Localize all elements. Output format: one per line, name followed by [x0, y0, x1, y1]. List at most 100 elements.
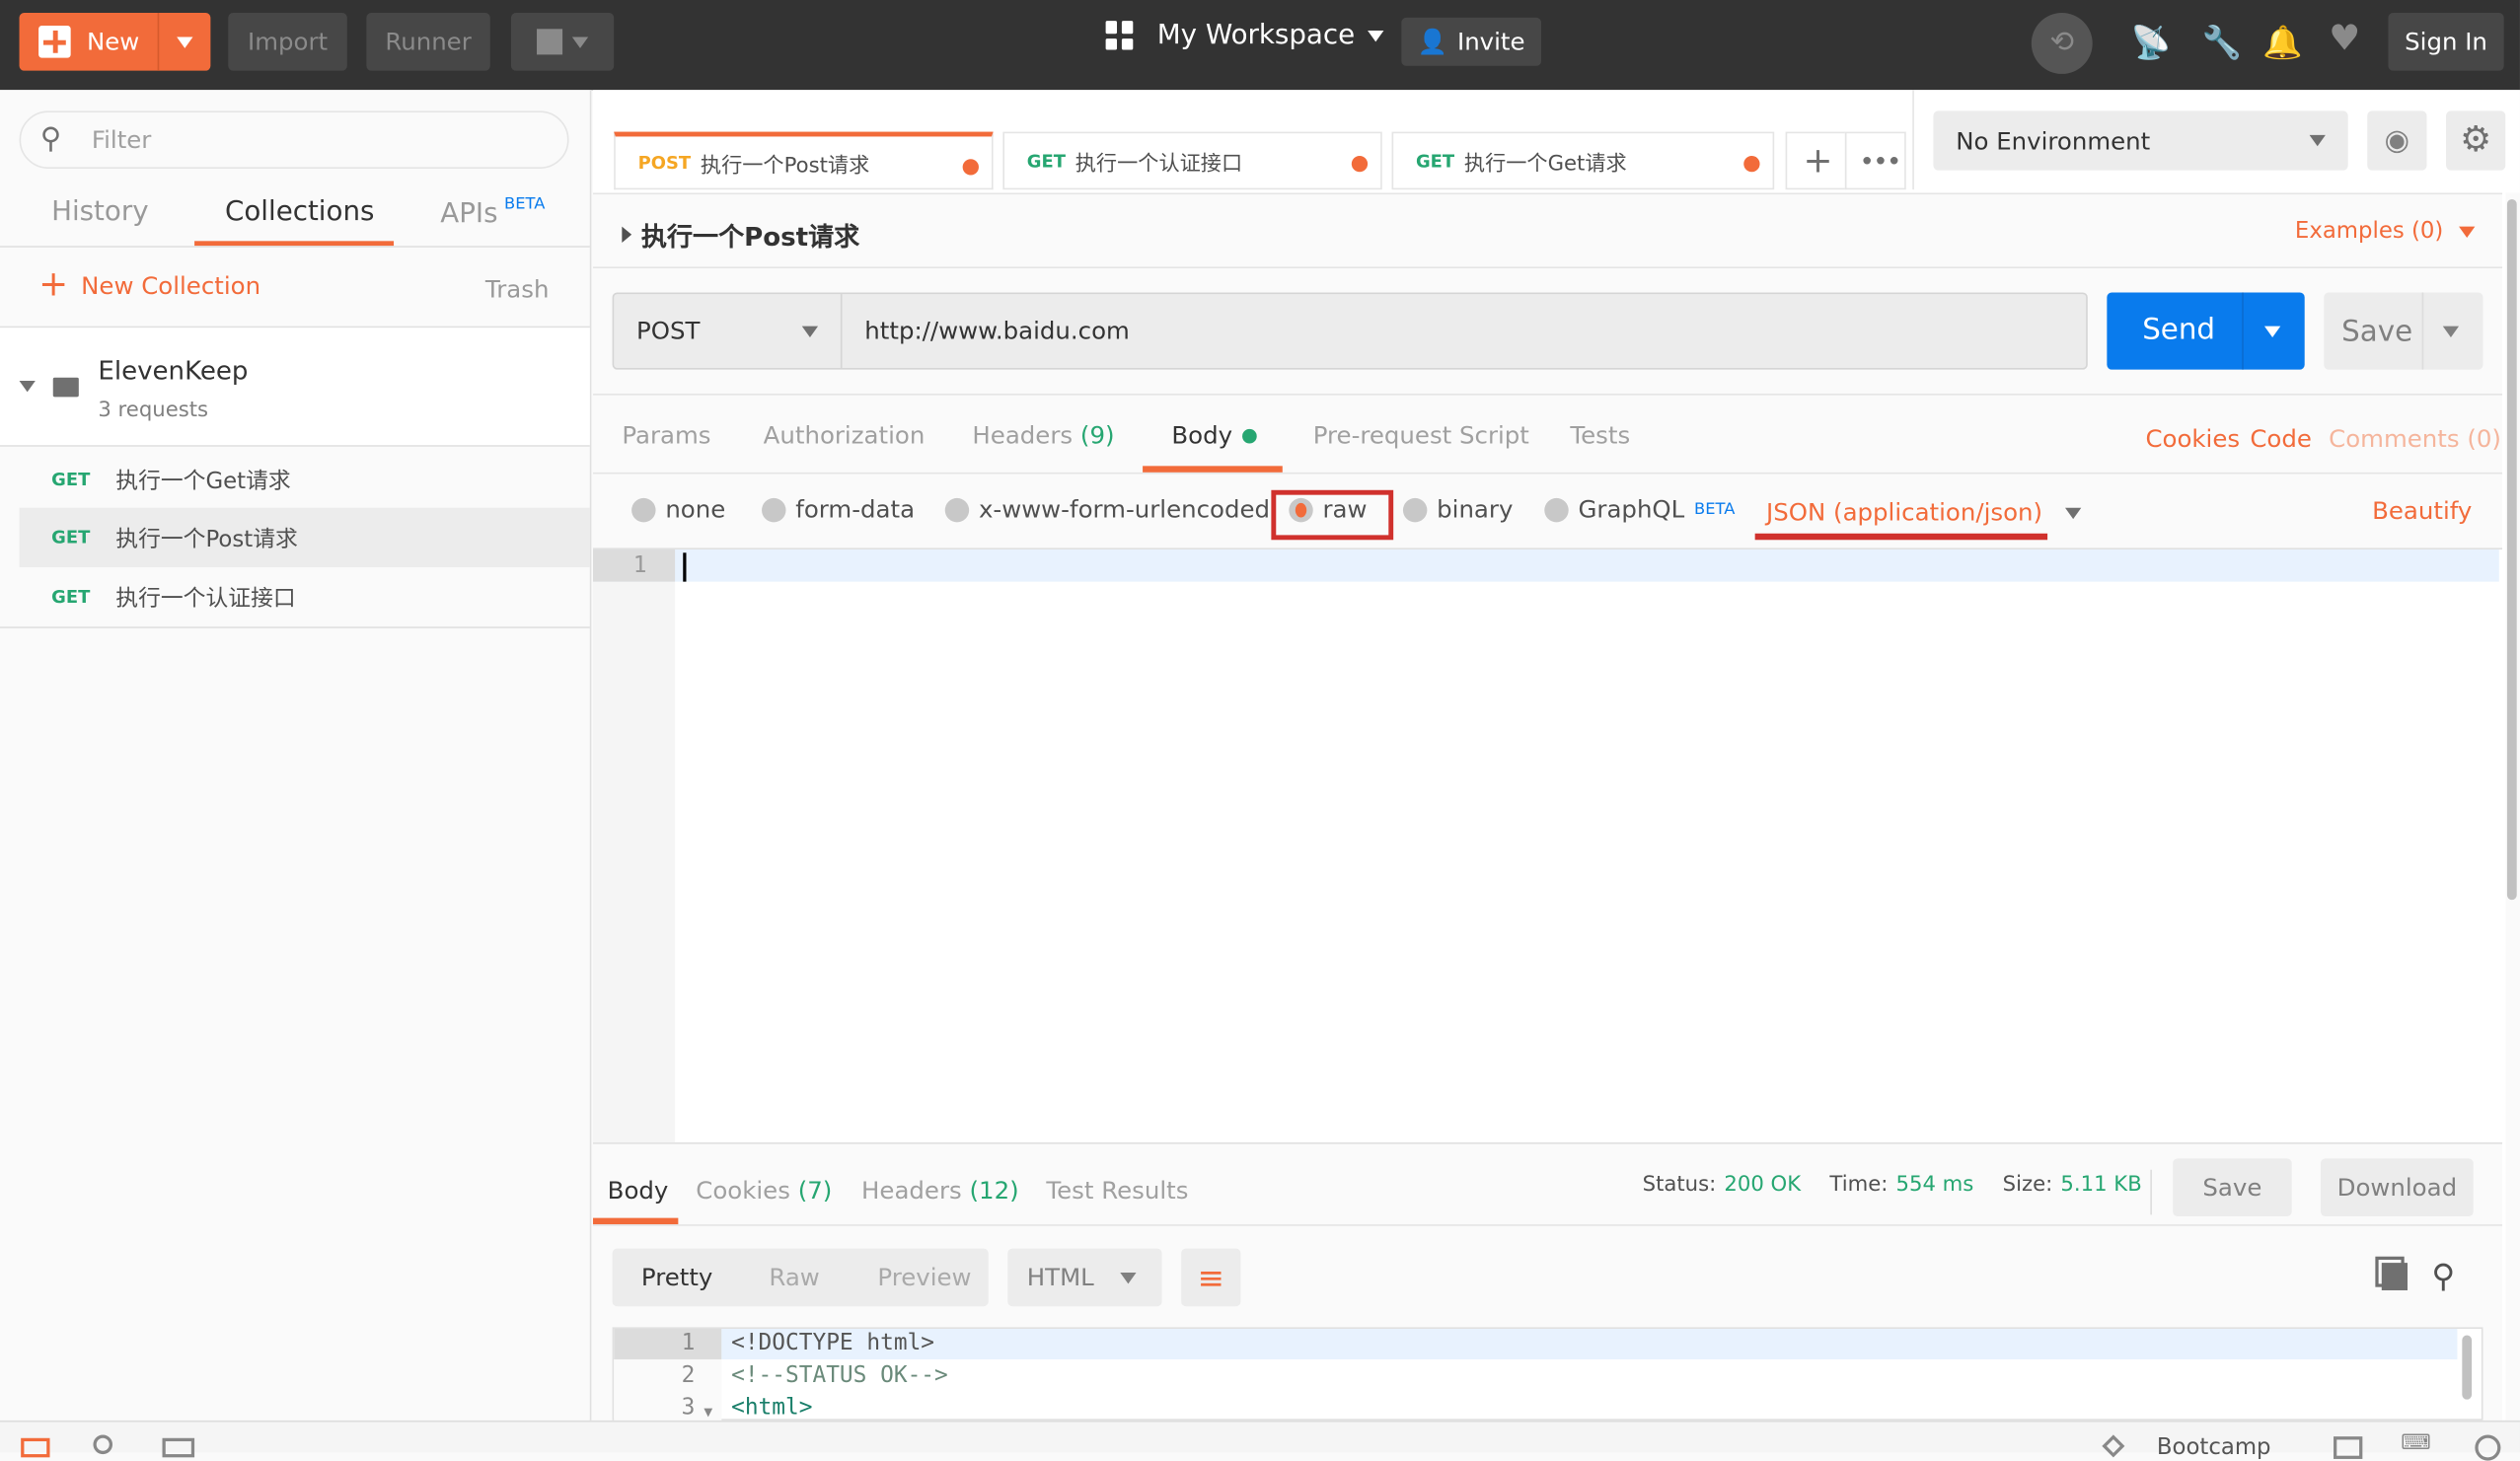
body-type-binary[interactable]: binary: [1402, 495, 1513, 524]
new-dropdown-icon[interactable]: [177, 37, 193, 48]
import-button[interactable]: Import: [228, 13, 347, 71]
response-save-button[interactable]: Save: [2173, 1158, 2292, 1217]
url-input[interactable]: http://www.baidu.com: [864, 317, 1130, 345]
collection-item[interactable]: ElevenKeep 3 requests: [0, 328, 590, 447]
request-tab[interactable]: GET 执行一个认证接口: [1002, 131, 1382, 190]
tab-params[interactable]: Params: [622, 421, 710, 450]
response-meta: Status: 200 OK Time: 554 ms Size: 5.11 KB: [1642, 1173, 2142, 1198]
preview-button[interactable]: Preview: [877, 1263, 971, 1291]
unsaved-dot: [962, 159, 979, 176]
search-icon[interactable]: ⚲: [2431, 1257, 2455, 1295]
response-tab-body[interactable]: Body: [608, 1176, 669, 1205]
keyboard-shortcuts-icon[interactable]: ⌨: [2401, 1431, 2431, 1455]
scrollbar-track[interactable]: [2505, 192, 2520, 1421]
send-button[interactable]: Send: [2107, 292, 2305, 370]
tab-history[interactable]: History: [51, 196, 149, 229]
save-button[interactable]: Save: [2324, 292, 2483, 370]
method-select[interactable]: POST: [614, 294, 843, 368]
invite-label: Invite: [1456, 27, 1525, 57]
code-line: <!DOCTYPE html>: [731, 1330, 935, 1356]
code-line: <!--STATUS OK-->: [731, 1362, 948, 1389]
scrollbar-thumb[interactable]: [2462, 1335, 2473, 1400]
trash-button[interactable]: Trash: [485, 275, 550, 304]
tab-headers[interactable]: Headers (9): [972, 421, 1114, 450]
invite-button[interactable]: 👤 Invite: [1401, 17, 1542, 66]
new-window-button[interactable]: [510, 13, 615, 71]
body-type-form-data[interactable]: form-data: [762, 495, 915, 524]
bootcamp-link[interactable]: Bootcamp: [2157, 1435, 2271, 1461]
eye-icon[interactable]: ◉: [2367, 110, 2427, 171]
new-collection-button[interactable]: + New Collection: [38, 264, 260, 306]
save-dropdown-icon[interactable]: [2442, 326, 2460, 338]
tab-pre-request-script[interactable]: Pre-request Script: [1313, 421, 1529, 450]
tab-authorization[interactable]: Authorization: [764, 421, 926, 450]
tab-body[interactable]: Body: [1171, 421, 1257, 450]
request-tab-active[interactable]: POST 执行一个Post请求: [614, 131, 994, 190]
body-type-urlencoded[interactable]: x-www-form-urlencoded: [944, 495, 1270, 524]
chevron-down-icon: [1368, 30, 1384, 41]
request-item[interactable]: GET 执行一个认证接口: [20, 567, 590, 626]
highlight-underline: [1754, 533, 2048, 541]
download-button[interactable]: Download: [2320, 1158, 2474, 1217]
workspace-selector[interactable]: My Workspace: [1105, 20, 1384, 51]
send-dropdown-icon[interactable]: [2263, 326, 2281, 338]
collapse-icon[interactable]: [19, 381, 36, 393]
body-type-none[interactable]: none: [631, 495, 725, 524]
layout-icon[interactable]: [2334, 1436, 2363, 1459]
request-item-selected[interactable]: GET 执行一个Post请求: [19, 507, 590, 567]
help-icon[interactable]: [2475, 1434, 2501, 1461]
response-tab-test-results[interactable]: Test Results: [1046, 1176, 1188, 1205]
body-type-graphql[interactable]: GraphQL BETA: [1544, 495, 1735, 524]
plus-icon: +: [38, 264, 69, 306]
sign-in-button[interactable]: Sign In: [2388, 13, 2504, 71]
raw-button[interactable]: Raw: [769, 1263, 819, 1291]
satellite-icon[interactable]: 📡: [2131, 23, 2172, 61]
beautify-button[interactable]: Beautify: [2372, 496, 2472, 525]
collection-count: 3 requests: [98, 398, 209, 423]
comments-link[interactable]: Comments (0): [2329, 424, 2501, 453]
heart-icon[interactable]: ♥: [2329, 20, 2360, 60]
tab-apis[interactable]: APIs BETA: [440, 196, 545, 230]
wrap-lines-icon[interactable]: ≡: [1181, 1248, 1241, 1307]
request-name: 执行一个Post请求: [115, 526, 298, 552]
toggle-sidebar-icon[interactable]: [21, 1437, 50, 1458]
tab-tests[interactable]: Tests: [1570, 421, 1630, 450]
text-cursor: [683, 552, 687, 582]
body-type-raw[interactable]: raw: [1289, 495, 1368, 524]
examples-dropdown[interactable]: Examples (0): [2295, 219, 2476, 245]
new-button[interactable]: New: [19, 13, 211, 71]
status-bar: Bootcamp ⌨: [0, 1420, 2520, 1461]
settings-gear-icon[interactable]: ⚙: [2446, 110, 2506, 171]
add-tab-button[interactable]: +: [1785, 131, 1847, 190]
pretty-button[interactable]: Pretty: [641, 1263, 712, 1291]
request-item[interactable]: GET 执行一个Get请求: [20, 450, 590, 509]
response-tab-cookies[interactable]: Cookies (7): [696, 1176, 832, 1205]
body-editor[interactable]: 1: [593, 548, 2503, 1144]
sync-off-icon[interactable]: ⟲: [2031, 13, 2093, 74]
runner-button[interactable]: Runner: [366, 13, 490, 71]
filter-input[interactable]: ⚲ Filter: [19, 110, 569, 170]
response-body-viewer[interactable]: 1 <!DOCTYPE html> 2 <!--STATUS OK--> 3 ▼…: [612, 1327, 2483, 1423]
new-label: New: [86, 27, 140, 57]
format-select[interactable]: HTML: [1007, 1248, 1162, 1307]
request-title[interactable]: 执行一个Post请求: [622, 215, 859, 254]
bell-icon[interactable]: 🔔: [2262, 23, 2303, 61]
tab-collections[interactable]: Collections: [225, 196, 374, 229]
copy-icon[interactable]: [2381, 1263, 2408, 1290]
environment-select[interactable]: No Environment: [1933, 110, 2348, 171]
fold-icon[interactable]: ▼: [704, 1406, 712, 1419]
find-icon[interactable]: [93, 1434, 113, 1455]
console-icon[interactable]: [162, 1437, 195, 1458]
more-tabs-icon[interactable]: •••: [1844, 131, 1906, 190]
method-badge: GET: [51, 586, 91, 608]
code-line: <html>: [731, 1394, 813, 1421]
unsaved-dot: [1743, 155, 1760, 173]
content-type-select[interactable]: JSON (application/json): [1766, 498, 2082, 527]
wrench-icon[interactable]: 🔧: [2201, 23, 2242, 61]
sidebar: ⚲ Filter History Collections APIs BETA + N…: [0, 90, 592, 1421]
scrollbar-thumb[interactable]: [2506, 198, 2517, 901]
code-link[interactable]: Code: [2250, 424, 2312, 453]
request-tab[interactable]: GET 执行一个Get请求: [1391, 131, 1775, 190]
cookies-link[interactable]: Cookies: [2145, 424, 2240, 453]
response-tab-headers[interactable]: Headers (12): [861, 1176, 1019, 1205]
